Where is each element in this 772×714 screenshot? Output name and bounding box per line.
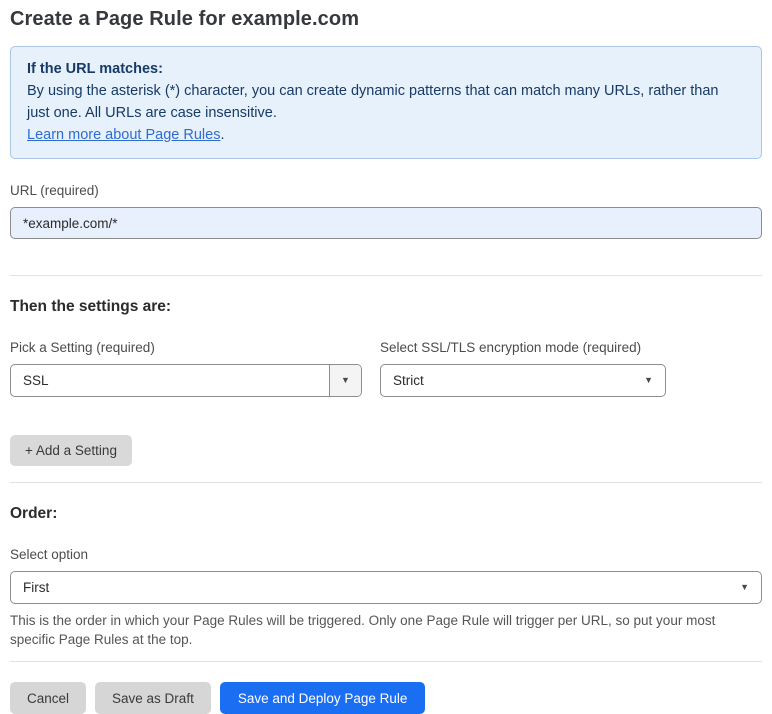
settings-heading: Then the settings are: xyxy=(10,298,172,315)
info-box-link-line: Learn more about Page Rules. xyxy=(27,124,745,146)
url-section: URL (required) xyxy=(10,183,762,239)
dropdown-arrow-icon: ▼ xyxy=(341,375,350,385)
mode-picker-label: Select SSL/TLS encryption mode (required… xyxy=(380,340,642,355)
page-title: Create a Page Rule for example.com xyxy=(10,8,360,30)
form-actions: Cancel Save as Draft Save and Deploy Pag… xyxy=(10,682,762,714)
order-select-label: Select option xyxy=(10,547,89,562)
info-box-body: By using the asterisk (*) character, you… xyxy=(27,83,719,121)
setting-picker-arrow-button[interactable]: ▼ xyxy=(329,365,361,396)
settings-row: Pick a Setting (required) SSL ▼ Select S… xyxy=(10,340,762,397)
setting-picker-value: SSL xyxy=(23,373,49,388)
order-help-text: This is the order in which your Page Rul… xyxy=(10,613,716,647)
order-select[interactable]: First ▼ xyxy=(10,571,762,604)
setting-picker-label: Pick a Setting (required) xyxy=(10,340,155,355)
add-setting-button[interactable]: + Add a Setting xyxy=(10,435,132,466)
mode-picker-column: Select SSL/TLS encryption mode (required… xyxy=(380,340,666,397)
info-box-heading: If the URL matches: xyxy=(27,61,163,77)
order-select-arrow: ▼ xyxy=(740,583,761,592)
page-rule-form: Create a Page Rule for example.com If th… xyxy=(0,0,772,714)
setting-picker-select[interactable]: SSL ▼ xyxy=(10,364,362,397)
url-input[interactable] xyxy=(10,207,762,239)
dropdown-arrow-icon: ▼ xyxy=(644,375,653,385)
divider xyxy=(10,482,762,483)
setting-picker-column: Pick a Setting (required) SSL ▼ xyxy=(10,340,362,397)
cancel-button[interactable]: Cancel xyxy=(10,682,87,714)
link-suffix: . xyxy=(220,127,225,143)
save-as-draft-button[interactable]: Save as Draft xyxy=(95,682,211,714)
mode-picker-select[interactable]: Strict ▼ xyxy=(380,364,666,397)
divider xyxy=(10,275,762,276)
url-label: URL (required) xyxy=(10,183,99,198)
mode-picker-arrow: ▼ xyxy=(644,376,665,385)
url-match-info-box: If the URL matches: By using the asteris… xyxy=(10,46,762,159)
divider xyxy=(10,661,762,662)
save-and-deploy-button[interactable]: Save and Deploy Page Rule xyxy=(219,682,426,714)
mode-picker-value: Strict xyxy=(393,373,424,388)
order-heading: Order: xyxy=(10,505,58,522)
dropdown-arrow-icon: ▼ xyxy=(740,582,749,592)
order-select-value: First xyxy=(23,580,50,595)
learn-more-link[interactable]: Learn more about Page Rules xyxy=(27,127,220,143)
